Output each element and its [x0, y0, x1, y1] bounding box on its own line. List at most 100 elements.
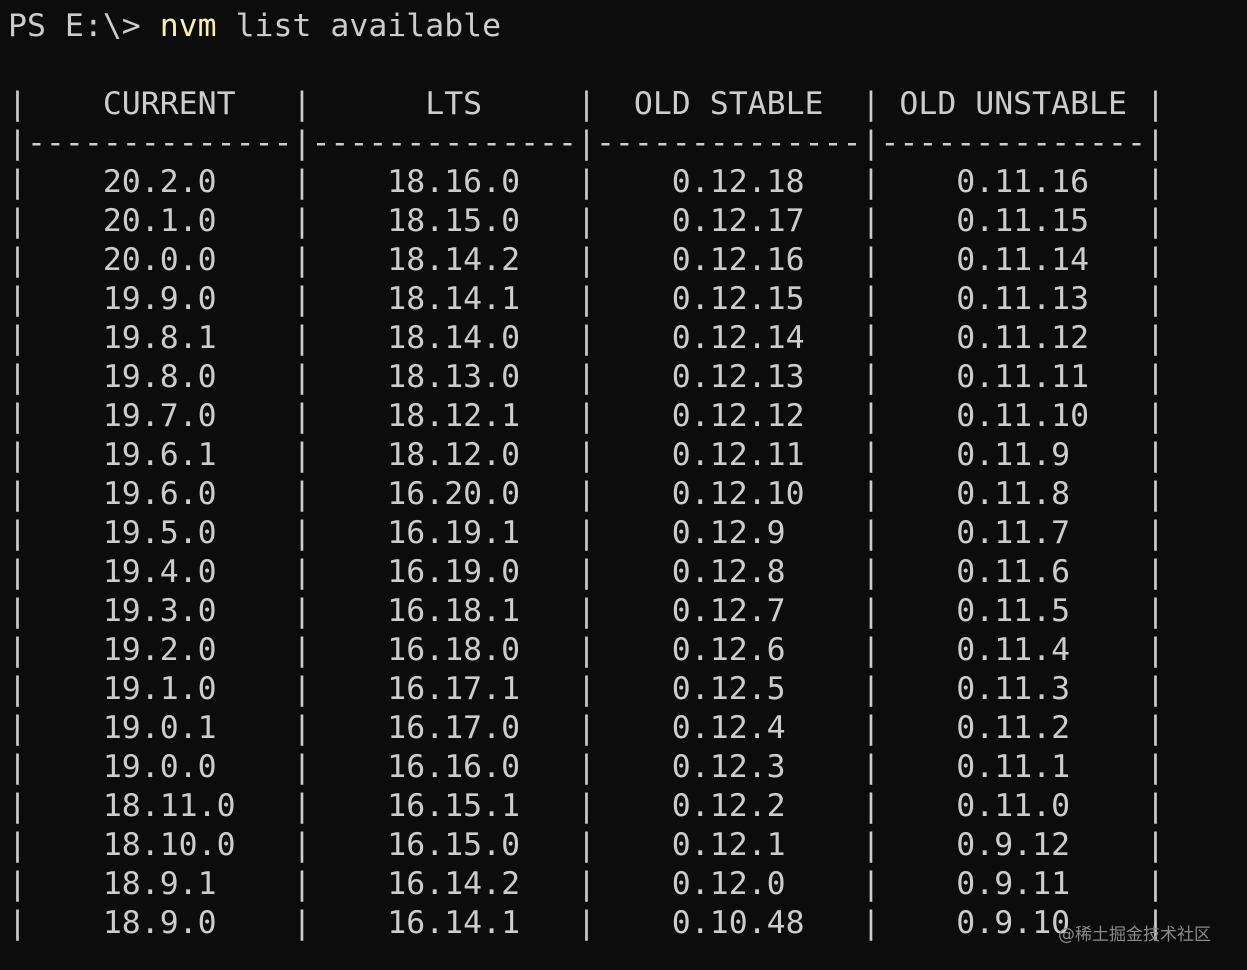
table-cell: 16.18.1 [311, 593, 577, 629]
separator-cell: -------------- [595, 125, 862, 161]
table-cell: 18.14.2 [311, 242, 577, 278]
table-cell: 0.12.15 [595, 281, 862, 317]
table-row: | 20.0.0 | 18.14.2 | 0.12.16 | 0.11.14 | [8, 242, 1165, 278]
table-cell: 20.2.0 [26, 164, 293, 200]
table-row: | 19.8.0 | 18.13.0 | 0.12.13 | 0.11.11 | [8, 359, 1165, 395]
table-cell: 0.12.18 [595, 164, 862, 200]
table-row: | 19.6.1 | 18.12.0 | 0.12.11 | 0.11.9 | [8, 437, 1165, 473]
table-cell: 16.20.0 [311, 476, 577, 512]
table-cell: 16.19.1 [311, 515, 577, 551]
table-cell: 18.15.0 [311, 203, 577, 239]
table-row: | 19.9.0 | 18.14.1 | 0.12.15 | 0.11.13 | [8, 281, 1165, 317]
table-cell: 0.11.5 [880, 593, 1146, 629]
table-cell: 0.10.48 [595, 905, 862, 941]
table-cell: 19.3.0 [26, 593, 293, 629]
table-cell: 0.11.2 [880, 710, 1146, 746]
table-cell: 0.12.6 [595, 632, 862, 668]
header-cell: OLD UNSTABLE [880, 86, 1146, 122]
table-cell: 19.1.0 [26, 671, 293, 707]
table-cell: 0.11.15 [880, 203, 1146, 239]
table-cell: 18.13.0 [311, 359, 577, 395]
table-row: | 19.6.0 | 16.20.0 | 0.12.10 | 0.11.8 | [8, 476, 1165, 512]
table-cell: 0.11.4 [880, 632, 1146, 668]
table-separator-row: |--------------|--------------|---------… [8, 125, 1165, 161]
table-cell: 0.11.14 [880, 242, 1146, 278]
table-cell: 0.12.10 [595, 476, 862, 512]
table-cell: 0.11.16 [880, 164, 1146, 200]
table-row: | 19.3.0 | 16.18.1 | 0.12.7 | 0.11.5 | [8, 593, 1165, 629]
table-cell: 19.9.0 [26, 281, 293, 317]
table-cell: 19.8.0 [26, 359, 293, 395]
watermark: @稀土掘金技术社区 [1058, 925, 1211, 945]
header-cell: CURRENT [26, 86, 293, 122]
table-cell: 19.5.0 [26, 515, 293, 551]
table-cell: 16.15.1 [311, 788, 577, 824]
table-cell: 0.11.12 [880, 320, 1146, 356]
table-cell: 0.11.0 [880, 788, 1146, 824]
table-cell: 19.6.0 [26, 476, 293, 512]
table-row: | 19.7.0 | 18.12.1 | 0.12.12 | 0.11.10 | [8, 398, 1165, 434]
table-cell: 0.11.10 [880, 398, 1146, 434]
table-cell: 18.12.0 [311, 437, 577, 473]
table-cell: 20.0.0 [26, 242, 293, 278]
terminal-window: PS E:\> nvm list available | CURRENT | L… [8, 0, 1240, 970]
table-cell: 0.11.9 [880, 437, 1146, 473]
table-cell: 18.16.0 [311, 164, 577, 200]
table-cell: 16.14.2 [311, 866, 577, 902]
table-cell: 0.12.4 [595, 710, 862, 746]
table-cell: 19.6.1 [26, 437, 293, 473]
table-cell: 18.12.1 [311, 398, 577, 434]
separator-cell: -------------- [26, 125, 293, 161]
table-cell: 0.11.8 [880, 476, 1146, 512]
separator-cell: -------------- [311, 125, 577, 161]
table-cell: 18.9.1 [26, 866, 293, 902]
table-row: | 20.1.0 | 18.15.0 | 0.12.17 | 0.11.15 | [8, 203, 1165, 239]
table-cell: 0.12.14 [595, 320, 862, 356]
table-row: | 20.2.0 | 18.16.0 | 0.12.18 | 0.11.16 | [8, 164, 1165, 200]
table-cell: 0.12.2 [595, 788, 862, 824]
table-cell: 16.19.0 [311, 554, 577, 590]
table-cell: 0.11.13 [880, 281, 1146, 317]
table-cell: 16.15.0 [311, 827, 577, 863]
prompt: PS E:\> [8, 8, 160, 44]
table-cell: 0.11.1 [880, 749, 1146, 785]
table-cell: 0.11.11 [880, 359, 1146, 395]
table-cell: 0.12.12 [595, 398, 862, 434]
table-cell: 0.12.16 [595, 242, 862, 278]
command: nvm [159, 8, 217, 44]
table-cell: 18.10.0 [26, 827, 293, 863]
table-cell: 0.12.0 [595, 866, 862, 902]
table-cell: 19.0.1 [26, 710, 293, 746]
table-row: | 19.0.0 | 16.16.0 | 0.12.3 | 0.11.1 | [8, 749, 1165, 785]
table-cell: 0.12.11 [595, 437, 862, 473]
table-cell: 0.12.3 [595, 749, 862, 785]
table-cell: 0.12.13 [595, 359, 862, 395]
table-row: | 18.9.0 | 16.14.1 | 0.10.48 | 0.9.10 | [8, 905, 1165, 941]
separator-cell: -------------- [880, 125, 1146, 161]
table-row: | 19.5.0 | 16.19.1 | 0.12.9 | 0.11.7 | [8, 515, 1165, 551]
table-cell: 19.0.0 [26, 749, 293, 785]
table-cell: 19.8.1 [26, 320, 293, 356]
header-cell: OLD STABLE [595, 86, 862, 122]
table-row: | 19.0.1 | 16.17.0 | 0.12.4 | 0.11.2 | [8, 710, 1165, 746]
table-cell: 16.17.1 [311, 671, 577, 707]
table-row: | 19.4.0 | 16.19.0 | 0.12.8 | 0.11.6 | [8, 554, 1165, 590]
table-cell: 18.9.0 [26, 905, 293, 941]
table-row: | 19.1.0 | 16.17.1 | 0.12.5 | 0.11.3 | [8, 671, 1165, 707]
table-row: | 18.10.0 | 16.15.0 | 0.12.1 | 0.9.12 | [8, 827, 1165, 863]
table-cell: 18.14.1 [311, 281, 577, 317]
table-row: | 18.11.0 | 16.15.1 | 0.12.2 | 0.11.0 | [8, 788, 1165, 824]
table-cell: 19.4.0 [26, 554, 293, 590]
table-cell: 0.12.7 [595, 593, 862, 629]
table-cell: 0.11.3 [880, 671, 1146, 707]
table-cell: 18.14.0 [311, 320, 577, 356]
table-cell: 0.12.1 [595, 827, 862, 863]
header-cell: LTS [311, 86, 577, 122]
command-args: list available [216, 8, 502, 44]
table-cell: 16.14.1 [311, 905, 577, 941]
table-cell: 20.1.0 [26, 203, 293, 239]
table-cell: 0.9.12 [880, 827, 1146, 863]
table-cell: 0.12.5 [595, 671, 862, 707]
table-cell: 19.7.0 [26, 398, 293, 434]
table-cell: 0.11.6 [880, 554, 1146, 590]
